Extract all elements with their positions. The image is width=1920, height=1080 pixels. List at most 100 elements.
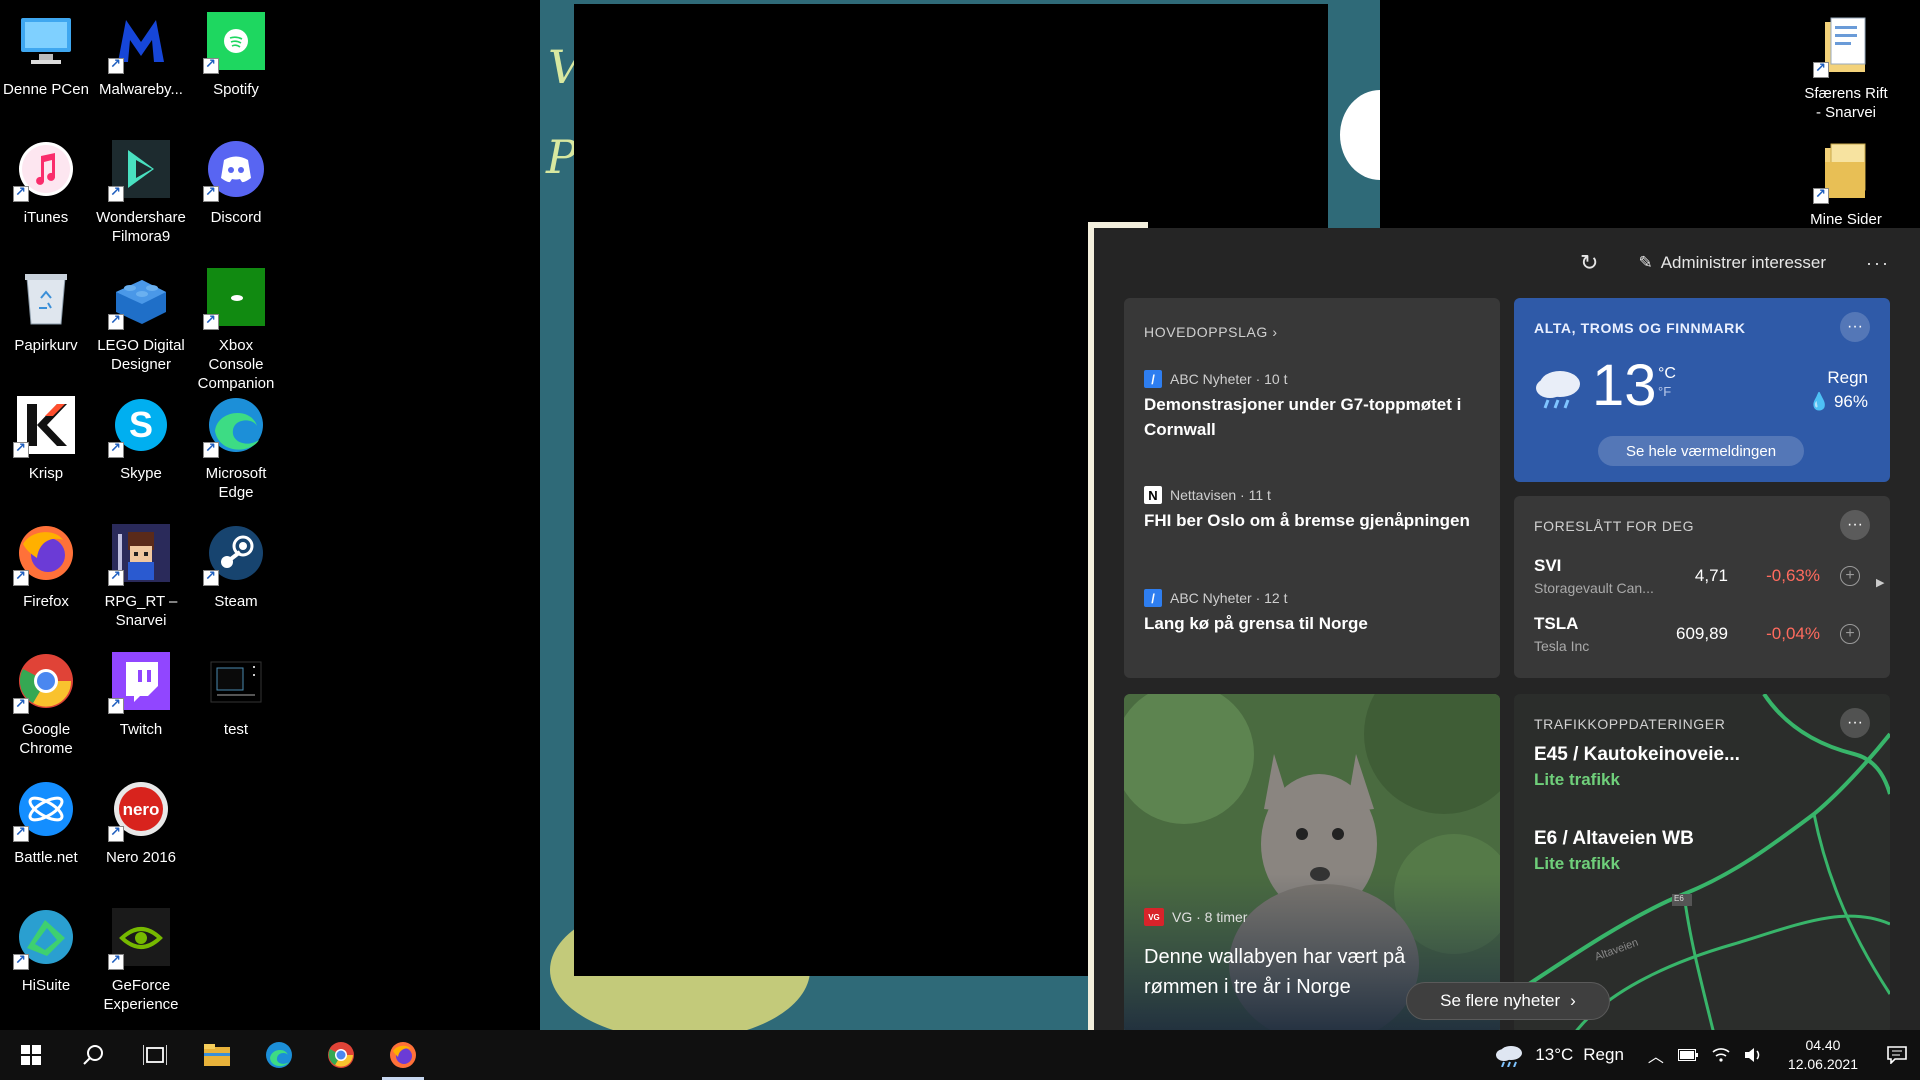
stock-row[interactable]: SVI Storagevault Can... 4,71 -0,63% + [1534,556,1870,612]
search-button[interactable] [62,1030,124,1080]
stock-price: 609,89 [1676,624,1728,643]
chevron-up-icon[interactable]: ︿ [1648,1043,1664,1067]
desktop-icon-nero[interactable]: nero Nero 2016 [95,776,187,867]
desktop-icon-krisp[interactable]: Krisp [0,392,92,483]
desktop-icon-edge[interactable]: Microsoft Edge [190,392,282,502]
desktop-icon-itunes[interactable]: iTunes [0,136,92,227]
nettavisen-logo: N [1144,486,1162,504]
desktop-icon-lego[interactable]: LEGO Digital Designer [95,264,187,374]
desktop-icon-skype[interactable]: S Skype [95,392,187,483]
news-source: Nettavisen · 11 t [1170,487,1271,503]
taskbar: 13°C Regn ︿ 04.40 12.06.2021 [0,1030,1920,1080]
desktop-icon-geforce[interactable]: GeForce Experience [95,904,187,1014]
desktop-icon-label: iTunes [23,209,69,226]
map-road-label: E6 [1674,894,1684,903]
desktop-icon-label: Google Chrome [19,721,73,757]
test-file-icon [203,648,269,714]
desktop-icon-label: Krisp [28,465,64,482]
file-explorer-button[interactable] [186,1030,248,1080]
battery-icon[interactable] [1677,1049,1698,1061]
start-button[interactable] [0,1030,62,1080]
stock-name: Tesla Inc [1534,638,1590,654]
desktop-icon-label: LEGO Digital Designer [97,337,185,373]
traffic-more-icon[interactable]: ··· [1840,708,1870,738]
stock-change: -0,63% [1766,566,1820,585]
traffic-title: TRAFIKKOPPDATERINGER [1534,716,1726,732]
weather-card[interactable]: ALTA, TROMS OG FINNMARK ··· 13 °C °F Reg… [1514,298,1890,482]
more-options-icon[interactable]: ··· [1866,253,1890,274]
desktop-icon-discord[interactable]: Discord [190,136,282,227]
desktop-icon-recycle-bin[interactable]: Papirkurv [0,264,92,355]
desktop-icon-rpg[interactable]: RPG_RT – Snarvei [95,520,187,630]
feature-story-card[interactable]: VG VG · 8 timer Denne wallabyen har vært… [1124,694,1500,1030]
add-stock-icon[interactable]: + [1840,566,1860,586]
add-stock-icon[interactable]: + [1840,624,1860,644]
firefox-icon [390,1042,416,1068]
taskbar-weather[interactable]: 13°C Regn [1481,1030,1638,1080]
news-item[interactable]: / ABC Nyheter · 12 t Lang kø på grensa ti… [1144,589,1480,636]
desktop-icon-battlenet[interactable]: Battle.net [0,776,92,867]
weather-condition: Regn [1827,368,1868,387]
xbox-icon [203,264,269,330]
traffic-route[interactable]: E6 / Altaveien WB Lite trafikk [1534,828,1694,874]
firefox-taskbar-button[interactable] [372,1030,434,1080]
desktop-icon-malwarebytes[interactable]: Malwareby... [95,8,187,99]
traffic-card[interactable]: E6 Altaveien TRAFIKKOPPDATERINGER ··· E4… [1514,694,1890,1030]
stock-symbol: TSLA [1534,614,1579,633]
edge-taskbar-button[interactable] [248,1030,310,1080]
computer-icon [13,8,79,74]
twitch-icon [108,648,174,714]
see-more-news-button[interactable]: Se flere nyheter › [1406,982,1610,1020]
desktop-icon-chrome[interactable]: Google Chrome [0,648,92,758]
itunes-icon [13,136,79,202]
clock-time: 04.40 [1805,1037,1841,1053]
news-item[interactable]: / ABC Nyheter · 10 t Demonstrasjoner unde… [1144,370,1480,442]
unit-fahrenheit[interactable]: °F [1658,384,1671,399]
desktop-icon-test-file[interactable]: test [190,648,282,739]
manage-interests-button[interactable]: ✎ Administrer interesser [1638,253,1826,273]
chrome-taskbar-button[interactable] [310,1030,372,1080]
stocks-more-icon[interactable]: ··· [1840,510,1870,540]
desktop-icon-sfaerens-rift[interactable]: Sfærens Rift - Snarvei [1800,12,1892,122]
file-explorer-icon [204,1044,230,1066]
desktop-icon-filmora[interactable]: Wondershare Filmora9 [95,136,187,246]
weather-more-icon[interactable]: ··· [1840,312,1870,342]
desktop-icon-twitch[interactable]: Twitch [95,648,187,739]
clock[interactable]: 04.40 12.06.2021 [1772,1036,1874,1074]
desktop-icon-computer[interactable]: Denne PCen [0,8,92,99]
desktop-icon-xbox[interactable]: Xbox Console Companion [190,264,282,393]
panel-toolbar: ↻ ✎ Administrer interesser ··· [1580,250,1890,276]
traffic-route[interactable]: E45 / Kautokeinoveie... Lite trafikk [1534,744,1740,790]
edge-icon [266,1042,292,1068]
top-stories-title[interactable]: HOVEDOPPSLAG › [1144,324,1480,340]
desktop-icon-hisuite[interactable]: HiSuite [0,904,92,995]
route-name: E45 / Kautokeinoveie... [1534,744,1740,765]
full-forecast-button[interactable]: Se hele værmeldingen [1598,436,1804,466]
notification-icon [1887,1046,1907,1064]
desktop-icon-label: Malwareby... [99,81,183,98]
desktop-icon-mine-sider[interactable]: Mine Sider [1800,138,1892,229]
desktop-icon-label: Firefox [23,593,69,610]
stock-row[interactable]: TSLA Tesla Inc 609,89 -0,04% + [1534,614,1870,670]
chrome-icon [328,1042,354,1068]
volume-icon[interactable] [1744,1047,1762,1063]
desktop-icon-firefox[interactable]: Firefox [0,520,92,611]
desktop-icon-steam[interactable]: Steam [190,520,282,611]
news-item[interactable]: N Nettavisen · 11 t FHI ber Oslo om å bre… [1144,486,1480,533]
shortcut-arrow-icon [13,568,29,586]
desktop-icon-spotify[interactable]: Spotify [190,8,282,99]
shortcut-arrow-icon [203,184,219,202]
folder-icon [1813,138,1879,204]
desktop-icon-label: RPG_RT – Snarvei [104,593,178,629]
edge-icon [203,392,269,458]
refresh-icon[interactable]: ↻ [1580,250,1598,276]
unit-celsius[interactable]: °C [1658,366,1676,382]
notification-button[interactable] [1874,1030,1920,1080]
task-view-button[interactable] [124,1030,186,1080]
next-arrow-icon[interactable]: ▶ [1876,576,1884,589]
chrome-icon [13,648,79,714]
desktop-icon-label: Skype [120,465,162,482]
window-art-shape [1340,90,1380,180]
desktop-icon-label: GeForce Experience [103,977,179,1013]
wifi-icon[interactable] [1712,1047,1730,1063]
